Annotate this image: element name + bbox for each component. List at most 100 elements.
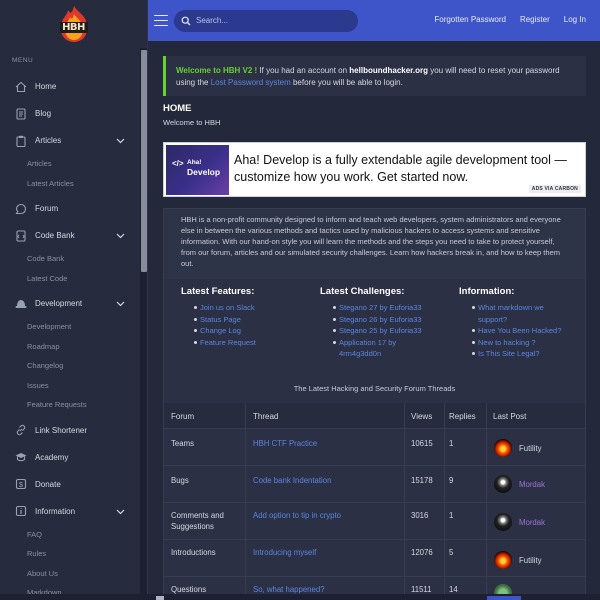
search-input[interactable] [196,16,346,25]
sidebar-item-blog[interactable]: Blog [0,100,147,127]
row-forum[interactable]: Comments and Suggestions [171,510,243,532]
login-link[interactable]: Log In [564,15,586,24]
sidebar-item-information[interactable]: Information [0,498,147,525]
row-forum[interactable]: Introductions [171,547,216,558]
lost-password-link[interactable]: Lost Password system [211,78,291,87]
welcome-strong: Welcome to HBH V2 ! [176,66,258,75]
row-replies: 1 [449,439,454,448]
challenge-link[interactable]: Stegano 27 by Euforia33 [320,302,450,314]
bottom-scroll-strip [0,594,600,600]
ad-text[interactable]: Aha! Develop is a fully extendable agile… [234,152,574,186]
sidebar-subitem-roadmap[interactable]: Roadmap [0,337,147,357]
table-row[interactable]: Comments and Suggestions Add option to t… [164,504,585,540]
avatar[interactable] [494,551,512,569]
information-link[interactable]: Is This Site Legal? [459,348,579,360]
sidebar-item-donate[interactable]: $ Donate [0,471,147,498]
table-row[interactable]: Teams HBH CTF Practice 10615 1 Futility [164,430,585,466]
table-row[interactable]: Bugs Code bank Indentation 15178 9 Morda… [164,467,585,503]
information-column: Information: What markdown we support? H… [459,286,579,360]
sidebar-item-development[interactable]: Development [0,290,147,317]
sidebar-subitem-code-bank[interactable]: Code Bank [0,249,147,269]
latest-challenges-column: Latest Challenges: Stegano 27 by Euforia… [320,286,450,360]
latest-challenges-title: Latest Challenges: [320,286,405,297]
sidebar-subitem-rules[interactable]: Rules [0,544,147,564]
row-thread-link[interactable]: Code bank Indentation [253,475,331,486]
sidebar-scrollbar-thumb[interactable] [141,50,147,272]
latest-features-column: Latest Features: Join us on Slack Status… [181,286,256,348]
svg-text:$: $ [19,482,23,489]
sidebar-subitem-about-us[interactable]: About Us [0,564,147,584]
chevron-down-icon[interactable] [116,136,125,145]
sidebar-subitem-changelog[interactable]: Changelog [0,356,147,376]
hat-icon [14,297,27,310]
chevron-down-icon[interactable] [116,231,125,240]
ad-image-line-2: Develop [187,167,221,177]
chevron-down-icon[interactable] [116,507,125,516]
challenge-link[interactable]: Application 17 by 4rm4g3dd0n [320,337,405,360]
feature-link[interactable]: Status Page [181,314,256,326]
sidebar-subitem-latest-articles[interactable]: Latest Articles [0,174,147,194]
column-header-thread: Thread [253,412,279,421]
challenge-link[interactable]: Stegano 25 by Euforia33 [320,325,450,337]
hamburger-menu-icon[interactable] [154,14,168,27]
row-forum[interactable]: Bugs [171,475,189,486]
feature-link[interactable]: Change Log [181,325,256,337]
avatar[interactable] [494,439,512,457]
welcome-domain: hellboundhacker.org [349,66,428,75]
logo-area: HBH [0,0,147,48]
row-thread-link[interactable]: HBH CTF Practice [253,438,317,449]
sidebar-item-code-bank[interactable]: Code Bank [0,222,147,249]
sidebar-subitem-issues[interactable]: Issues [0,376,147,396]
sidebar-subitem-articles[interactable]: Articles [0,154,147,174]
challenge-link[interactable]: Stegano 26 by Euforia33 [320,314,450,326]
donate-icon: $ [14,478,27,491]
sidebar-item-link-shortener[interactable]: Link Shortener [0,417,147,444]
information-link[interactable]: New to hacking ? [459,337,579,349]
row-last-post-user[interactable]: Futility [519,555,542,566]
chevron-down-icon[interactable] [116,299,125,308]
sidebar-item-articles[interactable]: Articles [0,127,147,154]
sidebar-subitem-faq[interactable]: FAQ [0,525,147,545]
ad-via-badge[interactable]: ADS VIA CARBON [528,185,581,193]
avatar[interactable] [494,513,512,531]
row-thread-link[interactable]: Add option to tip in crypto [253,510,341,521]
register-link[interactable]: Register [520,15,550,24]
information-title: Information: [459,286,515,297]
table-row[interactable]: Introductions Introducing myself 12076 5… [164,541,585,577]
forgotten-password-link[interactable]: Forgotten Password [434,15,506,24]
sidebar-nav: Home Blog Articles Articles Latest Artic… [0,73,147,600]
sidebar-item-forum[interactable]: Forum [0,195,147,222]
ad-image[interactable]: </> Aha! Develop [166,145,229,195]
about-text: HBH is a non-profit community designed t… [181,215,561,268]
row-last-post-user[interactable]: Futility [519,443,542,454]
row-thread-link[interactable]: Introducing myself [253,547,316,558]
info-icon [14,505,27,518]
feature-link[interactable]: Feature Request [181,337,256,349]
column-header-views: Views [411,412,433,421]
row-forum[interactable]: Teams [171,438,194,449]
feature-link[interactable]: Join us on Slack [181,302,256,314]
welcome-notice: Welcome to HBH V2 ! If you had an accoun… [163,56,586,96]
sidebar-item-label: Code Bank [35,231,75,240]
sidebar-item-home[interactable]: Home [0,73,147,100]
sidebar-subitem-development[interactable]: Development [0,317,147,337]
sidebar-subitem-feature-requests[interactable]: Feature Requests [0,395,147,415]
threads-table-header: Forum Thread Views Replies Last Post [164,403,585,429]
sidebar-scrollbar[interactable] [140,48,147,600]
logo-text: HBH [62,22,85,33]
carbon-ad[interactable]: </> Aha! Develop Aha! Develop is a fully… [163,142,586,197]
row-replies: 5 [449,548,454,557]
document-icon [14,107,27,120]
information-link[interactable]: What markdown we support? [459,302,559,325]
row-last-post-user[interactable]: Mordak [519,479,545,490]
bottom-blue-indicator [487,596,521,600]
avatar[interactable] [494,475,512,493]
row-last-post-user[interactable]: Mordak [519,517,545,528]
search-box[interactable] [174,9,358,32]
sidebar-item-label: Articles [35,136,62,145]
search-icon [181,16,191,25]
hbh-logo[interactable]: HBH [56,5,92,43]
sidebar-item-academy[interactable]: Academy [0,444,147,471]
information-link[interactable]: Have You Been Hacked? [459,325,579,337]
sidebar-subitem-latest-code[interactable]: Latest Code [0,269,147,289]
